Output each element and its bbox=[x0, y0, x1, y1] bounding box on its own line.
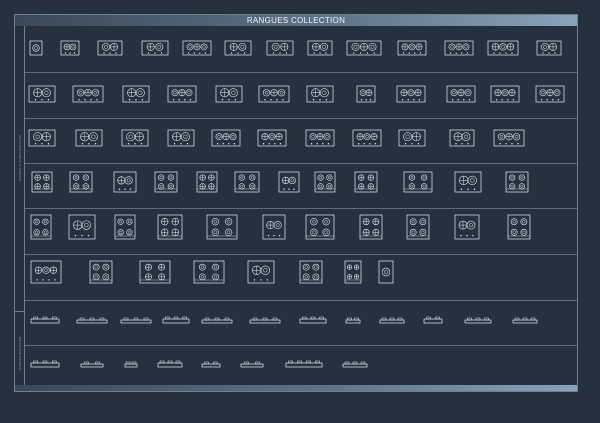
range-elevation-symbol bbox=[249, 317, 281, 324]
range-elevation-symbol bbox=[201, 361, 221, 368]
range-plan-symbol bbox=[406, 214, 430, 240]
range-elevation-symbol bbox=[30, 360, 60, 368]
range-plan-symbol bbox=[196, 171, 218, 193]
range-plan-symbol bbox=[167, 129, 195, 147]
range-plan-symbol bbox=[356, 85, 376, 103]
range-plan-symbol bbox=[398, 129, 426, 147]
range-elevation-symbol bbox=[76, 317, 108, 324]
range-plan-symbol bbox=[113, 171, 137, 193]
range-plan-symbol bbox=[75, 129, 103, 147]
range-elevation-symbol bbox=[157, 360, 183, 368]
range-plan-symbol bbox=[122, 85, 150, 103]
range-plan-symbol bbox=[121, 129, 149, 147]
range-plan-symbol bbox=[536, 40, 562, 56]
range-plan-symbol bbox=[114, 214, 136, 240]
range-plan-symbol bbox=[444, 40, 474, 56]
range-plan-symbol bbox=[354, 171, 378, 193]
range-plan-symbol bbox=[314, 171, 336, 193]
range-plan-symbol bbox=[31, 171, 53, 193]
range-plan-symbol bbox=[346, 40, 382, 56]
range-plan-symbol bbox=[206, 214, 238, 240]
range-plan-symbol bbox=[352, 129, 382, 147]
range-plan-symbol bbox=[60, 40, 80, 56]
range-plan-symbol bbox=[378, 260, 394, 284]
range-elevation-symbol bbox=[512, 317, 538, 324]
range-plan-symbol bbox=[266, 40, 294, 56]
range-elevation-symbol bbox=[120, 317, 152, 324]
range-plan-symbol bbox=[278, 171, 300, 193]
range-plan-symbol bbox=[403, 171, 433, 193]
range-plan-symbol bbox=[157, 214, 183, 240]
range-plan-symbol bbox=[505, 171, 529, 193]
range-plan-symbol bbox=[141, 40, 169, 56]
range-plan-symbol bbox=[493, 129, 525, 147]
range-plan-symbol bbox=[28, 129, 56, 147]
range-plan-symbol bbox=[89, 260, 113, 284]
range-plan-symbol bbox=[306, 85, 334, 103]
range-plan-symbol bbox=[535, 85, 565, 103]
cad-symbols-layer bbox=[28, 40, 565, 368]
range-elevation-symbol bbox=[162, 316, 190, 324]
range-plan-symbol bbox=[97, 40, 123, 56]
range-elevation-symbol bbox=[299, 316, 327, 324]
range-plan-symbol bbox=[30, 260, 62, 284]
range-plan-symbol bbox=[182, 40, 212, 56]
range-elevation-symbol bbox=[285, 360, 323, 368]
range-plan-symbol bbox=[487, 40, 519, 56]
range-plan-symbol bbox=[454, 214, 480, 240]
range-elevation-symbol bbox=[30, 316, 60, 324]
range-plan-symbol bbox=[167, 85, 197, 103]
range-plan-symbol bbox=[211, 129, 241, 147]
range-plan-symbol bbox=[397, 40, 427, 56]
range-plan-symbol bbox=[234, 171, 260, 193]
range-plan-symbol bbox=[139, 260, 171, 284]
range-plan-symbol bbox=[446, 85, 476, 103]
range-plan-symbol bbox=[28, 85, 56, 103]
range-plan-symbol bbox=[344, 260, 362, 284]
range-elevation-symbol bbox=[80, 361, 104, 368]
range-plan-symbol bbox=[247, 260, 275, 284]
range-plan-symbol bbox=[29, 40, 43, 56]
range-plan-symbol bbox=[68, 214, 96, 240]
range-plan-symbol bbox=[193, 260, 225, 284]
range-plan-symbol bbox=[449, 129, 475, 147]
range-elevation-symbol bbox=[201, 317, 233, 324]
range-plan-symbol bbox=[305, 129, 335, 147]
range-plan-symbol bbox=[299, 260, 323, 284]
range-elevation-symbol bbox=[379, 317, 405, 324]
range-plan-symbol bbox=[490, 85, 520, 103]
range-plan-symbol bbox=[257, 129, 287, 147]
range-elevation-symbol bbox=[464, 317, 492, 324]
range-plan-symbol bbox=[359, 214, 383, 240]
range-plan-symbol bbox=[154, 171, 178, 193]
range-plan-symbol bbox=[69, 171, 93, 193]
range-plan-symbol bbox=[258, 85, 290, 103]
range-plan-symbol bbox=[307, 40, 333, 56]
range-plan-symbol bbox=[224, 40, 252, 56]
range-plan-symbol bbox=[454, 171, 482, 193]
range-elevation-symbol bbox=[124, 361, 138, 368]
range-plan-symbol bbox=[215, 85, 243, 103]
range-elevation-symbol bbox=[342, 361, 368, 368]
range-elevation-symbol bbox=[423, 316, 443, 324]
range-plan-symbol bbox=[305, 214, 335, 240]
range-elevation-symbol bbox=[345, 317, 361, 324]
range-elevation-symbol bbox=[240, 361, 264, 368]
range-plan-symbol bbox=[262, 214, 286, 240]
range-plan-symbol bbox=[30, 214, 52, 240]
range-plan-symbol bbox=[396, 85, 426, 103]
range-plan-symbol bbox=[72, 85, 104, 103]
range-plan-symbol bbox=[507, 214, 531, 240]
